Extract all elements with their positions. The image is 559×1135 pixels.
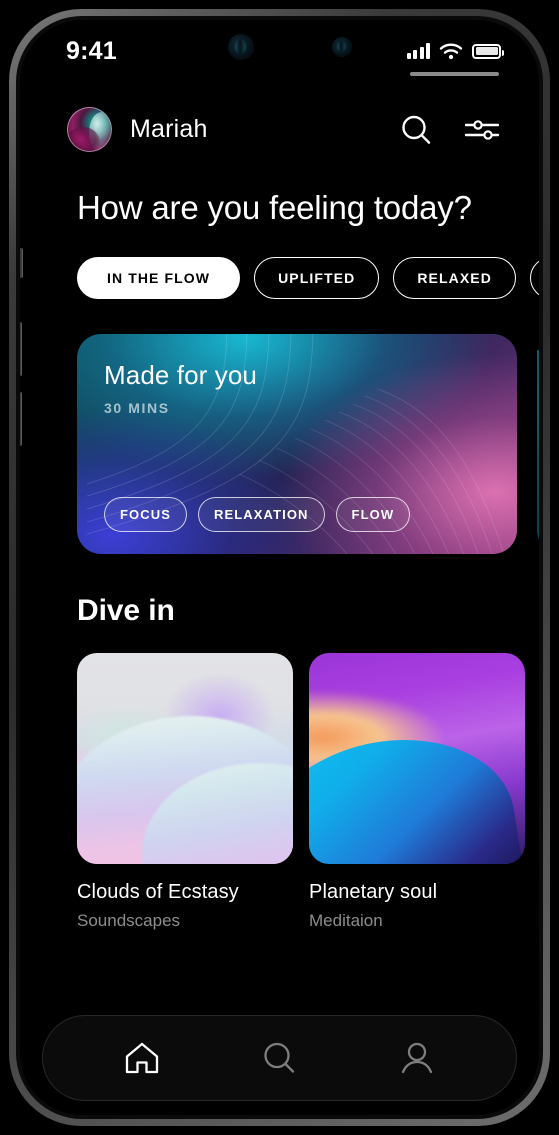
profile-person-icon: [401, 1042, 433, 1074]
phone-screen: 9:41 Mariah How are you feeling today? I…: [20, 20, 539, 1115]
volume-up-button[interactable]: [20, 322, 22, 376]
dive-card-title: Planetary soul: [309, 880, 438, 903]
featured-card-title: Made for you: [104, 359, 257, 390]
nav-search-button[interactable]: [239, 1030, 319, 1086]
tag-relaxation[interactable]: RELAXATION: [198, 496, 325, 532]
header-actions: [399, 113, 499, 147]
featured-carousel[interactable]: Made for you 30 MINS FOCUS RELAXATION FL…: [20, 299, 539, 554]
dive-card-title: Clouds of Ecstasy: [77, 880, 239, 903]
page-title: How are you feeling today?: [77, 189, 472, 226]
status-underline: [409, 71, 499, 76]
dive-in-carousel[interactable]: Clouds of Ecstasy Soundscapes Planetary …: [20, 628, 539, 931]
user-name: Mariah: [130, 115, 208, 143]
featured-card-tags: FOCUS RELAXATION FLOW: [104, 496, 411, 532]
face-sensor-icon: [332, 37, 352, 57]
dive-card-category: Meditaion: [309, 910, 383, 930]
front-camera-icon: [228, 34, 254, 60]
featured-card-made-for-you[interactable]: Made for you 30 MINS FOCUS RELAXATION FL…: [77, 333, 517, 554]
dive-card-artwork: [309, 652, 525, 864]
featured-card-header: Made for you 30 MINS: [77, 334, 517, 416]
featured-card-duration: 30 MINS: [104, 399, 170, 416]
mood-chip-row[interactable]: IN THE FLOW UPLIFTED RELAXED FOCUS: [20, 229, 539, 299]
tag-focus[interactable]: FOCUS: [104, 496, 187, 532]
device-bezel: 9:41 Mariah How are you feeling today? I…: [16, 16, 543, 1119]
wifi-icon: [439, 43, 463, 59]
bottom-navigation-bar: [42, 1015, 517, 1101]
dive-card-planetary-soul[interactable]: Planetary soul Meditaion: [309, 652, 525, 931]
dive-card-category: Soundscapes: [77, 910, 181, 930]
nav-home-button[interactable]: [102, 1031, 182, 1085]
mood-chip-in-the-flow[interactable]: IN THE FLOW: [77, 256, 241, 299]
status-bar: 9:41: [20, 20, 539, 82]
mood-chip-focus[interactable]: FOCUS: [529, 256, 539, 299]
tag-flow[interactable]: FLOW: [335, 496, 411, 532]
status-time: 9:41: [66, 36, 117, 65]
volume-down-button[interactable]: [20, 392, 22, 446]
app-header: Mariah: [20, 82, 539, 152]
dive-card-artwork: [77, 652, 293, 864]
search-icon: [264, 1042, 295, 1073]
phone-device-frame: 9:41 Mariah How are you feeling today? I…: [9, 9, 550, 1126]
search-button[interactable]: [399, 113, 433, 147]
mute-switch-button[interactable]: [20, 248, 23, 278]
battery-icon: [472, 43, 504, 59]
mood-chip-relaxed[interactable]: RELAXED: [393, 256, 516, 299]
avatar[interactable]: [67, 107, 112, 152]
home-icon: [125, 1042, 158, 1074]
signal-bars-icon: [406, 43, 430, 59]
section-title-dive-in: Dive in: [77, 593, 175, 627]
search-icon: [402, 115, 431, 144]
filter-button[interactable]: [465, 116, 499, 144]
dive-card-clouds-of-ecstasy[interactable]: Clouds of Ecstasy Soundscapes: [77, 652, 293, 931]
sliders-filter-icon: [465, 119, 499, 140]
nav-profile-button[interactable]: [377, 1031, 457, 1085]
status-indicators: [406, 43, 504, 76]
mood-chip-uplifted[interactable]: UPLIFTED: [254, 256, 380, 299]
featured-card-next[interactable]: [537, 333, 539, 554]
